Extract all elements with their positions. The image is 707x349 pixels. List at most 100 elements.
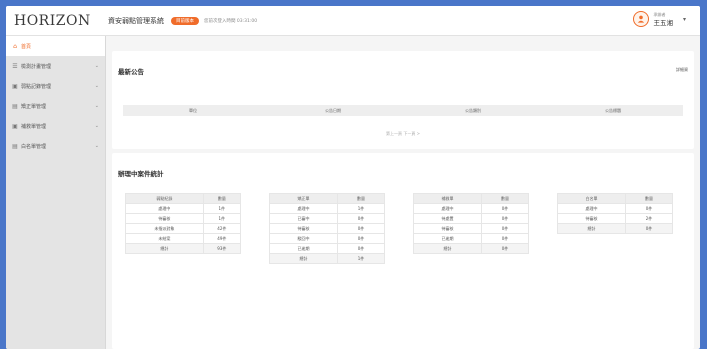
table-row: 處理中 1件 — [269, 203, 386, 214]
sidebar-item-corrections[interactable]: ▤ 矯正單管理 ⌄ — [6, 96, 105, 116]
column-header: 公告日期 — [325, 107, 341, 113]
announcements-title: 最新公告 — [118, 68, 144, 76]
table-row: 已逾期 0件 — [269, 243, 386, 254]
table-header-row: 白名單 數量 — [557, 193, 674, 204]
count-cell[interactable]: 1件 — [202, 213, 242, 224]
chevron-down-icon[interactable]: ⌄ — [95, 63, 99, 69]
top-bar: HORIZON 資安弱點管理系統 目前版本 您前次登入時間 03:31:00 承… — [6, 6, 700, 36]
table-row: 未結案 49件 — [125, 233, 242, 244]
total-label: 總計 — [269, 253, 338, 264]
status-cell: 未指派對象 — [125, 223, 204, 234]
total-label: 總計 — [413, 243, 482, 254]
column-header: 矯正單 — [269, 193, 338, 204]
count-cell[interactable]: 42件 — [202, 223, 242, 234]
count-cell[interactable]: 0件 — [336, 243, 386, 254]
column-header: 數量 — [480, 193, 530, 204]
count-cell[interactable]: 0件 — [480, 223, 530, 234]
count-cell[interactable]: 0件 — [480, 213, 530, 224]
table-row: 已逾期 0件 — [413, 233, 530, 244]
total-count: 0件 — [624, 223, 674, 234]
correction-stats-table: 矯正單 數量 處理中 1件 已審中 0件 待審核 0件 駁回中 0件 已逾期 0件 總計 1… — [269, 193, 386, 264]
column-header: 公告類別 — [465, 107, 481, 113]
status-cell: 待審核 — [269, 223, 338, 234]
more-link[interactable]: 詳細資 — [676, 67, 688, 73]
status-cell: 已逾期 — [269, 243, 338, 254]
user-info: 承辦者 王五湘 — [653, 11, 673, 27]
sidebar-item-label: 首頁 — [21, 43, 32, 50]
chevron-down-icon[interactable]: ⌄ — [95, 83, 99, 89]
count-cell[interactable]: 1件 — [202, 203, 242, 214]
sidebar-item-remediation[interactable]: ▣ 補救單管理 ⌄ — [6, 116, 105, 136]
table-row: 未指派對象 42件 — [125, 223, 242, 234]
app-window: HORIZON 資安弱點管理系統 目前版本 您前次登入時間 03:31:00 承… — [6, 6, 700, 349]
chevron-down-icon[interactable]: ▾ — [683, 16, 686, 23]
chevron-down-icon[interactable]: ⌄ — [95, 123, 99, 129]
sidebar-item-vuln-records[interactable]: ▣ 弱點記錄管理 ⌄ — [6, 76, 105, 96]
total-row: 總計 93件 — [125, 243, 242, 254]
chevron-down-icon[interactable]: ⌄ — [95, 143, 99, 149]
total-row: 總計 0件 — [557, 223, 674, 234]
pagination[interactable]: 第上一頁 下一頁 > — [112, 131, 694, 137]
column-header: 數量 — [202, 193, 242, 204]
table-row: 待審核 0件 — [413, 223, 530, 234]
sidebar-item-whitelist[interactable]: ▤ 白名單管理 ⌄ — [6, 136, 105, 156]
table-row: 待處置 0件 — [413, 213, 530, 224]
sidebar-item-test-plans[interactable]: ☰ 檢測計畫管理 ⌄ — [6, 56, 105, 76]
count-cell[interactable]: 1件 — [336, 203, 386, 214]
table-row: 處理中 0件 — [557, 203, 674, 214]
user-avatar-icon[interactable] — [633, 11, 650, 27]
sidebar-item-label: 白名單管理 — [21, 143, 47, 150]
count-cell[interactable]: 0件 — [480, 233, 530, 244]
column-header: 單位 — [189, 107, 197, 113]
count-cell[interactable]: 0件 — [480, 203, 530, 214]
count-cell[interactable]: 0件 — [336, 223, 386, 234]
sidebar-item-label: 弱點記錄管理 — [21, 83, 52, 90]
chevron-down-icon[interactable]: ⌄ — [95, 103, 99, 109]
announcements-table-header: 單位 公告日期 公告類別 公告標題 — [123, 105, 683, 116]
sidebar-item-label: 矯正單管理 — [21, 103, 47, 110]
stats-title: 辦理中案件統計 — [118, 170, 164, 178]
count-cell[interactable]: 0件 — [336, 213, 386, 224]
count-cell[interactable]: 0件 — [336, 233, 386, 244]
column-header: 數量 — [336, 193, 386, 204]
status-cell: 處理中 — [125, 203, 204, 214]
total-row: 總計 1件 — [269, 253, 386, 264]
status-cell: 處理中 — [413, 203, 482, 214]
count-cell[interactable]: 0件 — [624, 203, 674, 214]
table-header-row: 矯正單 數量 — [269, 193, 386, 204]
status-cell: 待審核 — [413, 223, 482, 234]
table-row: 處理中 0件 — [413, 203, 530, 214]
table-row: 待審核 0件 — [269, 223, 386, 234]
list-icon: ☰ — [12, 62, 18, 70]
status-cell: 駁回中 — [269, 233, 338, 244]
remediation-stats-table: 補救單 數量 處理中 0件 待處置 0件 待審核 0件 已逾期 0件 總計 0件 — [413, 193, 530, 254]
total-label: 總計 — [557, 223, 626, 234]
status-cell: 處理中 — [557, 203, 626, 214]
column-header: 白名單 — [557, 193, 626, 204]
count-cell[interactable]: 2件 — [624, 213, 674, 224]
document-icon: ▤ — [12, 102, 18, 110]
logo[interactable]: HORIZON — [6, 13, 106, 29]
total-label: 總計 — [125, 243, 204, 254]
user-menu[interactable]: 承辦者 王五湘 ▾ — [633, 11, 686, 27]
table-row: 已審中 0件 — [269, 213, 386, 224]
sidebar-item-home[interactable]: ⌂ 首頁 — [6, 36, 105, 56]
status-cell: 已審中 — [269, 213, 338, 224]
sidebar: ⌂ 首頁 ☰ 檢測計畫管理 ⌄ ▣ 弱點記錄管理 ⌄ ▤ 矯正單管理 ⌄ ▣ 補… — [6, 36, 106, 349]
table-header-row: 補救單 數量 — [413, 193, 530, 204]
stats-panel: 辦理中案件統計 弱點紀錄 數量 處理中 1件 待審核 1件 未指派對象 42件 未結案… — [112, 153, 694, 349]
last-login-text: 您前次登入時間 03:31:00 — [204, 18, 258, 24]
table-header-row: 弱點紀錄 數量 — [125, 193, 242, 204]
total-count: 1件 — [336, 253, 386, 264]
column-header: 弱點紀錄 — [125, 193, 204, 204]
table-row: 待審核 1件 — [125, 213, 242, 224]
form-icon: ▣ — [12, 122, 18, 130]
column-header: 數量 — [624, 193, 674, 204]
status-cell: 待處置 — [413, 213, 482, 224]
whitelist-icon: ▤ — [12, 142, 18, 150]
main-content: 最新公告 詳細資 單位 公告日期 公告類別 公告標題 第上一頁 下一頁 > 辦理… — [106, 36, 700, 349]
system-title: 資安弱點管理系統 — [108, 16, 164, 25]
column-header: 補救單 — [413, 193, 482, 204]
count-cell[interactable]: 49件 — [202, 233, 242, 244]
status-cell: 已逾期 — [413, 233, 482, 244]
